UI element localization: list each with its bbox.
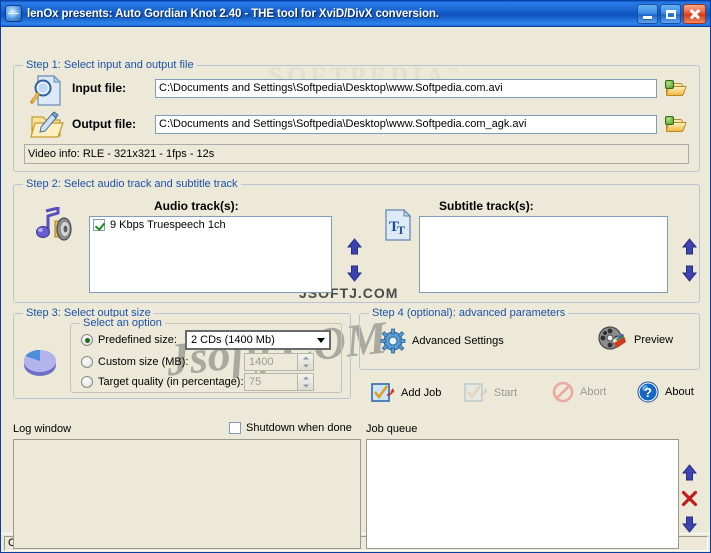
step4-group: Step 4 (optional): advanced parameters A… <box>359 307 700 370</box>
folder-pencil-icon <box>30 110 64 142</box>
job-queue-list[interactable] <box>366 439 679 549</box>
checkbox-box[interactable] <box>229 422 241 434</box>
svg-text:T: T <box>397 223 405 237</box>
film-reel-icon <box>598 326 628 354</box>
target-quality-stepper[interactable] <box>297 373 314 391</box>
add-job-label: Add Job <box>401 387 442 399</box>
about-label: About <box>665 386 694 398</box>
audio-tracks-list[interactable]: 9 Kbps Truespeech 1ch <box>89 216 332 293</box>
custom-size-stepper[interactable] <box>297 353 314 371</box>
radio-target-quality[interactable]: Target quality (in percentage): <box>81 376 244 388</box>
radio-custom-size[interactable]: Custom size (MB): <box>81 356 188 368</box>
log-window-label: Log window <box>13 423 72 435</box>
globe-icon <box>5 5 22 22</box>
about-button[interactable]: ? About <box>637 381 694 403</box>
close-button[interactable] <box>683 3 706 24</box>
pie-chart-icon <box>20 341 60 379</box>
job-queue-delete-button[interactable] <box>681 490 698 507</box>
output-browse-button[interactable] <box>664 115 687 133</box>
subtitle-tracks-heading: Subtitle track(s): <box>439 199 534 213</box>
audio-move-down-button[interactable] <box>347 265 362 282</box>
window-controls <box>637 3 708 24</box>
predefined-size-combobox[interactable]: 2 CDs (1400 Mb) <box>185 330 331 350</box>
step4-legend: Step 4 (optional): advanced parameters <box>369 307 569 319</box>
radio-label: Custom size (MB): <box>98 356 189 368</box>
svg-text:?: ? <box>644 385 652 400</box>
input-browse-button[interactable] <box>664 79 687 97</box>
select-option-legend: Select an option <box>80 317 165 329</box>
title-bar: lenOx presents: Auto Gordian Knot 2.40 -… <box>1 1 710 27</box>
step1-group: Step 1: Select input and output file Inp… <box>13 59 700 172</box>
input-file-label: Input file: <box>72 81 126 95</box>
audio-track-label: 9 Kbps Truespeech 1ch <box>110 219 226 231</box>
job-queue-move-down-button[interactable] <box>682 516 697 533</box>
add-job-button[interactable]: Add Job <box>371 382 441 404</box>
job-queue-label: Job queue <box>366 423 418 435</box>
subtitle-tracks-list[interactable] <box>419 216 668 293</box>
step2-legend: Step 2: Select audio track and subtitle … <box>23 178 241 190</box>
client-area: SOFTPEDIA™ JSOFTJ.COM Jsoftj.COM Step 1:… <box>1 27 710 549</box>
output-file-input[interactable]: C:\Documents and Settings\Softpedia\Desk… <box>155 115 657 134</box>
radio-predefined-size[interactable]: Predefined size: <box>81 334 177 346</box>
abort-button[interactable]: Abort <box>552 381 606 403</box>
shutdown-when-done-label: Shutdown when done <box>246 422 352 434</box>
select-option-group: Select an option Predefined size: 2 CDs … <box>70 317 342 393</box>
step3-group: Step 3: Select output size Select an opt… <box>13 307 351 399</box>
start-icon <box>464 382 488 404</box>
audio-speaker-icon <box>32 206 74 245</box>
radio-dot <box>81 376 93 388</box>
subtitle-text-icon: T T <box>384 208 412 241</box>
about-icon: ? <box>637 381 659 403</box>
add-job-icon <box>371 382 395 404</box>
subtitle-move-up-button[interactable] <box>682 238 697 255</box>
application-window: lenOx presents: Auto Gordian Knot 2.40 -… <box>0 0 711 553</box>
preview-label: Preview <box>634 334 674 346</box>
step2-group: Step 2: Select audio track and subtitle … <box>13 178 700 303</box>
job-queue-move-up-button[interactable] <box>682 464 697 481</box>
audio-track-checkbox[interactable] <box>93 219 105 231</box>
input-file-input[interactable]: C:\Documents and Settings\Softpedia\Desk… <box>155 79 657 98</box>
start-button[interactable]: Start <box>464 382 517 404</box>
video-info-field: Video info: RLE - 321x321 - 1fps - 12s <box>24 144 689 164</box>
step1-legend: Step 1: Select input and output file <box>23 59 197 71</box>
gear-icon <box>380 328 406 354</box>
predefined-size-value: 2 CDs (1400 Mb) <box>191 334 275 346</box>
document-search-icon <box>30 74 64 108</box>
shutdown-when-done-checkbox[interactable]: Shutdown when done <box>229 422 352 434</box>
chevron-down-icon[interactable] <box>313 332 329 348</box>
audio-tracks-heading: Audio track(s): <box>154 199 239 213</box>
audio-move-up-button[interactable] <box>347 238 362 255</box>
log-window[interactable] <box>13 439 361 549</box>
window-title: lenOx presents: Auto Gordian Knot 2.40 -… <box>27 7 439 20</box>
abort-icon <box>552 381 574 403</box>
list-item[interactable]: 9 Kbps Truespeech 1ch <box>90 217 331 233</box>
subtitle-move-down-button[interactable] <box>682 265 697 282</box>
output-file-label: Output file: <box>72 117 136 131</box>
radio-label: Target quality (in percentage): <box>98 376 244 388</box>
abort-label: Abort <box>580 386 607 398</box>
preview-button[interactable]: Preview <box>598 326 673 354</box>
minimize-button[interactable] <box>637 3 658 24</box>
radio-label: Predefined size: <box>98 334 177 346</box>
radio-dot <box>81 334 93 346</box>
advanced-settings-label: Advanced Settings <box>412 335 504 347</box>
maximize-button[interactable] <box>660 3 681 24</box>
advanced-settings-button[interactable]: Advanced Settings <box>380 328 504 354</box>
start-label: Start <box>494 387 518 399</box>
radio-dot <box>81 356 93 368</box>
